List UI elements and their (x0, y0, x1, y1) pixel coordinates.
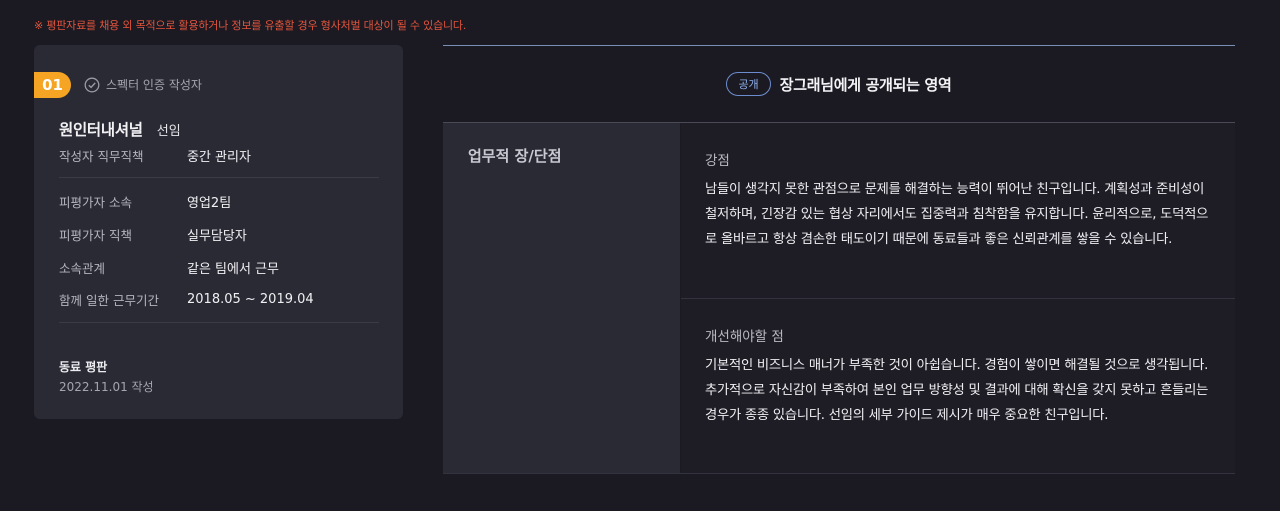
info-value: 같은 팀에서 근무 (187, 262, 279, 277)
category-column: 업무적 장/단점 (443, 123, 680, 473)
legal-notice: ※ 평판자료를 채용 외 목적으로 활용하거나 정보를 유출할 경우 형사처벌 … (34, 19, 467, 32)
info-value: 실무담당자 (187, 229, 247, 244)
public-badge: 공개 (726, 72, 771, 96)
reference-card: 01 스펙터 인증 작성자 원인터내셔널 선임 작성자 직무직책 중간 관리자 … (34, 45, 403, 419)
panel-header: 공개 장그래님에게 공개되는 영역 (443, 46, 1235, 122)
info-row: 함께 일한 근무기간 2018.05 ~ 2019.04 (59, 290, 314, 309)
info-label: 함께 일한 근무기간 (59, 293, 159, 308)
improvement-body: 기본적인 비즈니스 매너가 부족한 것이 아쉽습니다. 경험이 쌓이면 해결될 … (705, 358, 1209, 423)
divider (59, 322, 379, 323)
divider (59, 177, 379, 178)
info-row: 소속관계 같은 팀에서 근무 (59, 258, 279, 277)
info-label: 피평가자 직책 (59, 228, 132, 243)
strength-body: 남들이 생각지 못한 관점으로 문제를 해결하는 능력이 뛰어난 친구입니다. … (705, 182, 1209, 247)
info-value: 영업2팀 (187, 196, 232, 211)
info-row: 피평가자 소속 영업2팀 (59, 192, 231, 211)
reputation-title: 동료 평판 (59, 360, 108, 374)
certified-author: 스펙터 인증 작성자 (84, 76, 202, 93)
company-name: 원인터내셔널 (59, 121, 143, 139)
improvement-section: 개선해야할 점 기본적인 비즈니스 매너가 부족한 것이 아쉽습니다. 경험이 … (681, 298, 1235, 474)
author-position-row: 작성자 직무직책 중간 관리자 (59, 146, 251, 165)
relation-label: 선임 (156, 124, 181, 139)
improvement-title: 개선해야할 점 (705, 329, 784, 345)
author-name-row: 원인터내셔널 선임 (59, 118, 181, 140)
strength-section: 강점 남들이 생각지 못한 관점으로 문제를 해결하는 능력이 뛰어난 친구입니… (681, 123, 1235, 298)
info-label: 소속관계 (59, 261, 106, 276)
reputation-date: 2022.11.01 작성 (59, 380, 154, 394)
order-badge: 01 (34, 72, 71, 98)
category-title: 업무적 장/단점 (468, 147, 562, 165)
info-label: 피평가자 소속 (59, 195, 132, 210)
author-position-label: 작성자 직무직책 (59, 149, 144, 164)
info-row: 피평가자 직책 실무담당자 (59, 225, 247, 244)
info-value: 2018.05 ~ 2019.04 (187, 292, 314, 307)
author-position-value: 중간 관리자 (187, 150, 251, 165)
certified-label: 스펙터 인증 작성자 (106, 78, 202, 92)
strength-title: 강점 (705, 153, 730, 169)
check-circle-icon (84, 77, 100, 92)
panel-bottom-border (443, 473, 1235, 474)
panel-title: 장그래님에게 공개되는 영역 (779, 75, 952, 94)
